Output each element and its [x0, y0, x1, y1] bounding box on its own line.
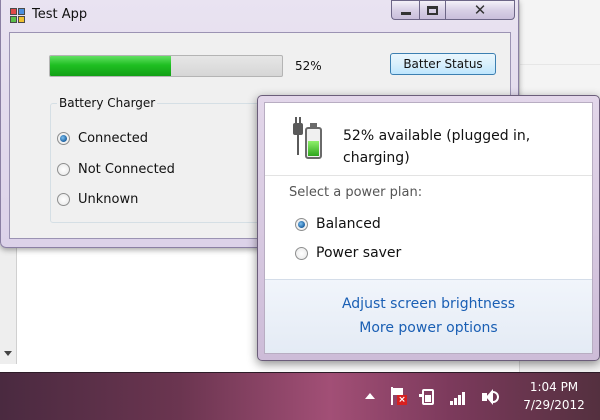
clock-time: 1:04 PM: [529, 380, 579, 394]
plan-label: Balanced: [316, 216, 381, 232]
clock-date: 7/29/2012: [523, 398, 585, 412]
battery-charger-group: Battery Charger Connected Not Connected …: [50, 96, 280, 223]
background-scrollbar[interactable]: [0, 244, 17, 364]
radio-unchecked-icon[interactable]: [295, 246, 308, 260]
batter-status-button[interactable]: Batter Status: [390, 53, 496, 75]
radio-unknown[interactable]: Unknown: [57, 191, 138, 207]
power-plan-label: Select a power plan:: [289, 185, 423, 200]
radio-label: Unknown: [78, 191, 139, 207]
radio-connected[interactable]: Connected: [57, 130, 148, 146]
battery-status-text: 52% available (plugged in, charging): [343, 125, 583, 169]
battery-progress-bar: [49, 55, 283, 77]
scroll-down-arrow-icon[interactable]: [4, 351, 12, 356]
window-title: Test App: [32, 7, 88, 22]
minimize-icon: [400, 11, 411, 15]
plan-label: Power saver: [316, 245, 402, 261]
close-icon: ✕: [473, 0, 487, 19]
plan-power-saver[interactable]: Power saver: [295, 244, 401, 262]
close-button[interactable]: ✕: [445, 0, 515, 20]
group-title: Battery Charger: [57, 96, 158, 110]
radio-label: Connected: [78, 130, 149, 146]
progress-percent-label: 52%: [295, 59, 322, 73]
adjust-brightness-link[interactable]: Adjust screen brightness: [265, 296, 592, 312]
title-bar[interactable]: Test App ✕: [1, 0, 518, 32]
maximize-button[interactable]: [419, 0, 445, 20]
more-power-options-link[interactable]: More power options: [265, 320, 592, 336]
plan-balanced[interactable]: Balanced: [295, 215, 381, 233]
minimize-button[interactable]: [391, 0, 419, 20]
radio-not-connected[interactable]: Not Connected: [57, 161, 175, 177]
battery-charging-icon: [291, 117, 325, 161]
flyout-footer: Adjust screen brightness More power opti…: [265, 279, 592, 353]
radio-checked-icon[interactable]: [295, 217, 308, 231]
radio-unchecked-icon[interactable]: [57, 162, 70, 176]
background-divider: [520, 64, 600, 65]
radio-unchecked-icon[interactable]: [57, 192, 70, 206]
status-line-1: 52% available (plugged in,: [343, 128, 531, 144]
maximize-icon: [427, 5, 438, 15]
flyout-panel: 52% available (plugged in, charging) Sel…: [264, 102, 593, 354]
battery-flyout: 52% available (plugged in, charging) Sel…: [257, 95, 600, 361]
app-icon: [10, 8, 26, 24]
show-hidden-icons-chevron-icon[interactable]: [365, 393, 375, 399]
action-center-flag-icon[interactable]: ×: [389, 387, 407, 407]
system-clock[interactable]: 1:04 PM 7/29/2012: [514, 378, 594, 414]
network-signal-icon[interactable]: [450, 387, 468, 407]
flyout-divider: [265, 175, 592, 176]
progress-fill: [50, 56, 171, 76]
status-line-2: charging): [343, 150, 410, 166]
volume-icon[interactable]: [481, 387, 499, 407]
battery-icon[interactable]: [419, 387, 437, 407]
caption-buttons: ✕: [391, 0, 515, 20]
radio-checked-icon[interactable]: [57, 131, 70, 145]
taskbar: × 1:04 PM 7/29/2012: [0, 372, 600, 420]
radio-label: Not Connected: [78, 161, 175, 177]
